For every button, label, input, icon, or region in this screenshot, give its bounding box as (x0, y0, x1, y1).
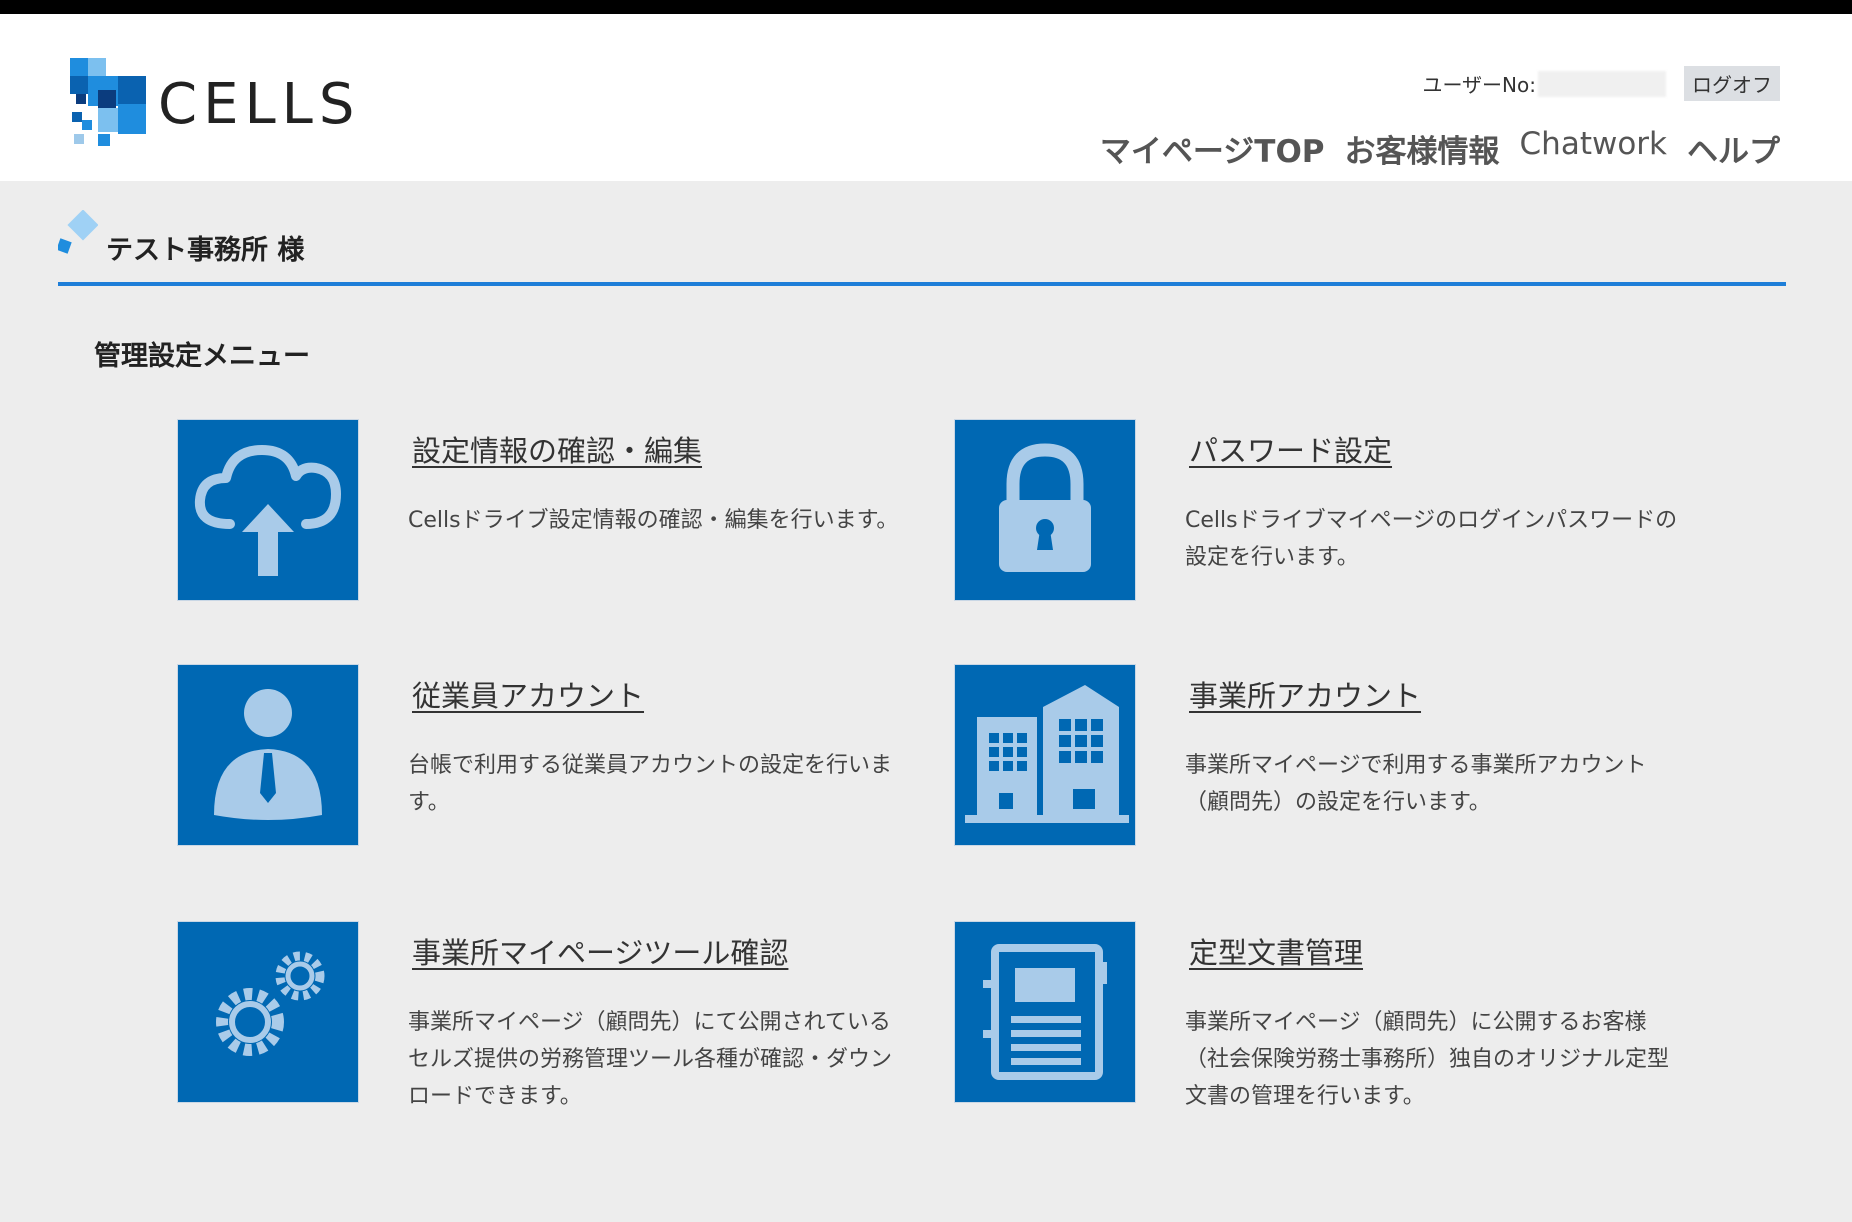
header: CELLS ユーザーNo: ログオフ マイページTOP お客様情報 Chatwo… (0, 14, 1852, 181)
nav-mypage-top[interactable]: マイページTOP (1100, 126, 1325, 171)
lock-icon[interactable] (955, 420, 1135, 600)
office-name: テスト事務所 様 (106, 235, 305, 266)
logo-text: CELLS (158, 72, 361, 137)
gears-icon[interactable] (178, 922, 358, 1102)
user-area: ユーザーNo: ログオフ (1422, 66, 1780, 101)
building-icon[interactable] (955, 665, 1135, 845)
user-number-label: ユーザーNo: (1422, 73, 1536, 97)
nav-customer-info[interactable]: お客様情報 (1345, 126, 1500, 171)
menu-item-desc: Cellsドライブマイページのログインパスワードの設定を行います。 (1185, 508, 1678, 570)
menu-item-desc: 事業所マイページ（顧問先）にて公開されているセルズ提供の労務管理ツール各種が確認… (408, 1010, 893, 1109)
cloud-upload-icon[interactable] (178, 420, 358, 600)
menu-item-desc: 台帳で利用する従業員アカウントの設定を行います。 (408, 753, 893, 815)
user-number-value-redacted (1538, 70, 1666, 97)
top-bar (0, 0, 1852, 14)
menu-item-title[interactable]: 設定情報の確認・編集 (412, 428, 702, 470)
menu-item-title[interactable]: 事業所マイページツール確認 (412, 930, 788, 972)
menu-item-title[interactable]: 事業所アカウント (1189, 673, 1421, 715)
menu-item-title[interactable]: 定型文書管理 (1189, 930, 1363, 972)
cells-logo-icon (70, 58, 146, 146)
menu-item-desc: 事業所マイページ（顧問先）に公開するお客様（社会保険労務士事務所）独自のオリジナ… (1185, 1010, 1670, 1109)
menu-title: 管理設定メニュー (94, 341, 310, 372)
nav-help[interactable]: ヘルプ (1687, 126, 1780, 171)
menu-item-title[interactable]: パスワード設定 (1189, 428, 1392, 470)
diamond-marker-icon (58, 210, 98, 254)
section-divider (58, 282, 1786, 286)
logoff-button[interactable]: ログオフ (1684, 66, 1780, 101)
document-icon[interactable] (955, 922, 1135, 1102)
menu-item-title[interactable]: 従業員アカウント (412, 673, 644, 715)
main-nav: マイページTOP お客様情報 Chatwork ヘルプ (1100, 126, 1780, 171)
nav-chatwork[interactable]: Chatwork (1520, 126, 1667, 171)
menu-item-desc: 事業所マイページで利用する事業所アカウント（顧問先）の設定を行います。 (1185, 753, 1647, 815)
menu-item-desc: Cellsドライブ設定情報の確認・編集を行います。 (408, 508, 899, 533)
user-icon[interactable] (178, 665, 358, 845)
cells-logo[interactable]: CELLS (68, 54, 358, 154)
